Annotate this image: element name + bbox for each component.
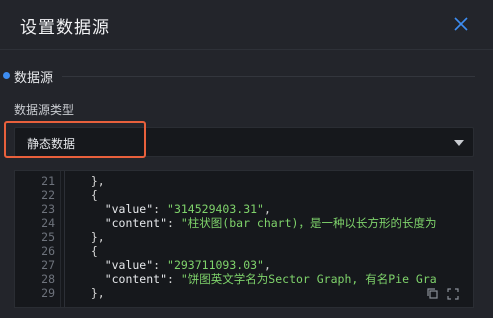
panel-header: 设置数据源: [0, 0, 493, 50]
json-separator: :: [153, 202, 168, 216]
data-source-panel: 设置数据源 数据源 数据源类型 静态数据 21 22 23 24 25 26 27 28 29 …: [0, 0, 493, 318]
json-punctuation: ,: [263, 202, 271, 216]
section-divider: [62, 76, 475, 77]
copy-icon[interactable]: [426, 286, 440, 300]
line-number: 24: [41, 216, 55, 230]
json-string-value: "314529403.31": [167, 202, 264, 216]
section-data-source: 数据源: [0, 64, 493, 88]
code-line: {: [77, 244, 98, 258]
json-separator: :: [167, 216, 181, 230]
code-line: "value": "314529403.31",: [77, 202, 271, 216]
fold-guide: [64, 171, 65, 307]
data-source-type-select[interactable]: 静态数据: [14, 127, 474, 157]
line-number: 21: [41, 174, 55, 188]
line-number: 27: [41, 258, 55, 272]
json-separator: :: [167, 272, 181, 286]
json-string-value: "293711093.03": [167, 258, 264, 272]
json-key: "value": [77, 202, 154, 216]
line-number: 22: [41, 188, 55, 202]
line-number: 25: [41, 230, 55, 244]
line-number: 29: [41, 286, 55, 300]
line-number-gutter: 21 22 23 24 25 26 27 28 29: [15, 171, 61, 307]
code-line: "value": "293711093.03",: [77, 258, 271, 272]
json-string-value: "柱状图(bar chart)，是一种以长方形的长度为: [180, 216, 437, 230]
code-line: },: [77, 286, 105, 300]
data-source-type-value: 静态数据: [27, 137, 76, 151]
fullscreen-icon[interactable]: [446, 286, 460, 300]
json-key: "value": [77, 258, 154, 272]
code-area[interactable]: }, { "value": "314529403.31", "content":…: [77, 171, 473, 307]
section-title: 数据源: [14, 71, 54, 86]
code-line: {: [77, 188, 98, 202]
json-key: "content": [77, 216, 168, 230]
panel-title: 设置数据源: [20, 18, 110, 38]
line-number: 28: [41, 272, 55, 286]
json-punctuation: ,: [263, 258, 271, 272]
line-number: 23: [41, 202, 55, 216]
code-line: },: [77, 230, 105, 244]
json-separator: :: [153, 258, 168, 272]
section-bullet-icon: [3, 72, 10, 79]
code-line: "content": "柱状图(bar chart)，是一种以长方形的长度为: [77, 216, 437, 230]
json-string-value: "饼图英文学名为Sector Graph, 有名Pie Gra: [180, 272, 437, 286]
chevron-down-icon: [454, 140, 464, 146]
json-code-editor[interactable]: 21 22 23 24 25 26 27 28 29 }, { "value": "314529…: [14, 170, 474, 308]
code-line: "content": "饼图英文学名为Sector Graph, 有名Pie G…: [77, 272, 437, 286]
line-number: 26: [41, 244, 55, 258]
code-line: },: [77, 174, 105, 188]
close-icon[interactable]: [450, 13, 472, 35]
json-key: "content": [77, 272, 168, 286]
data-source-type-label: 数据源类型: [14, 103, 75, 117]
